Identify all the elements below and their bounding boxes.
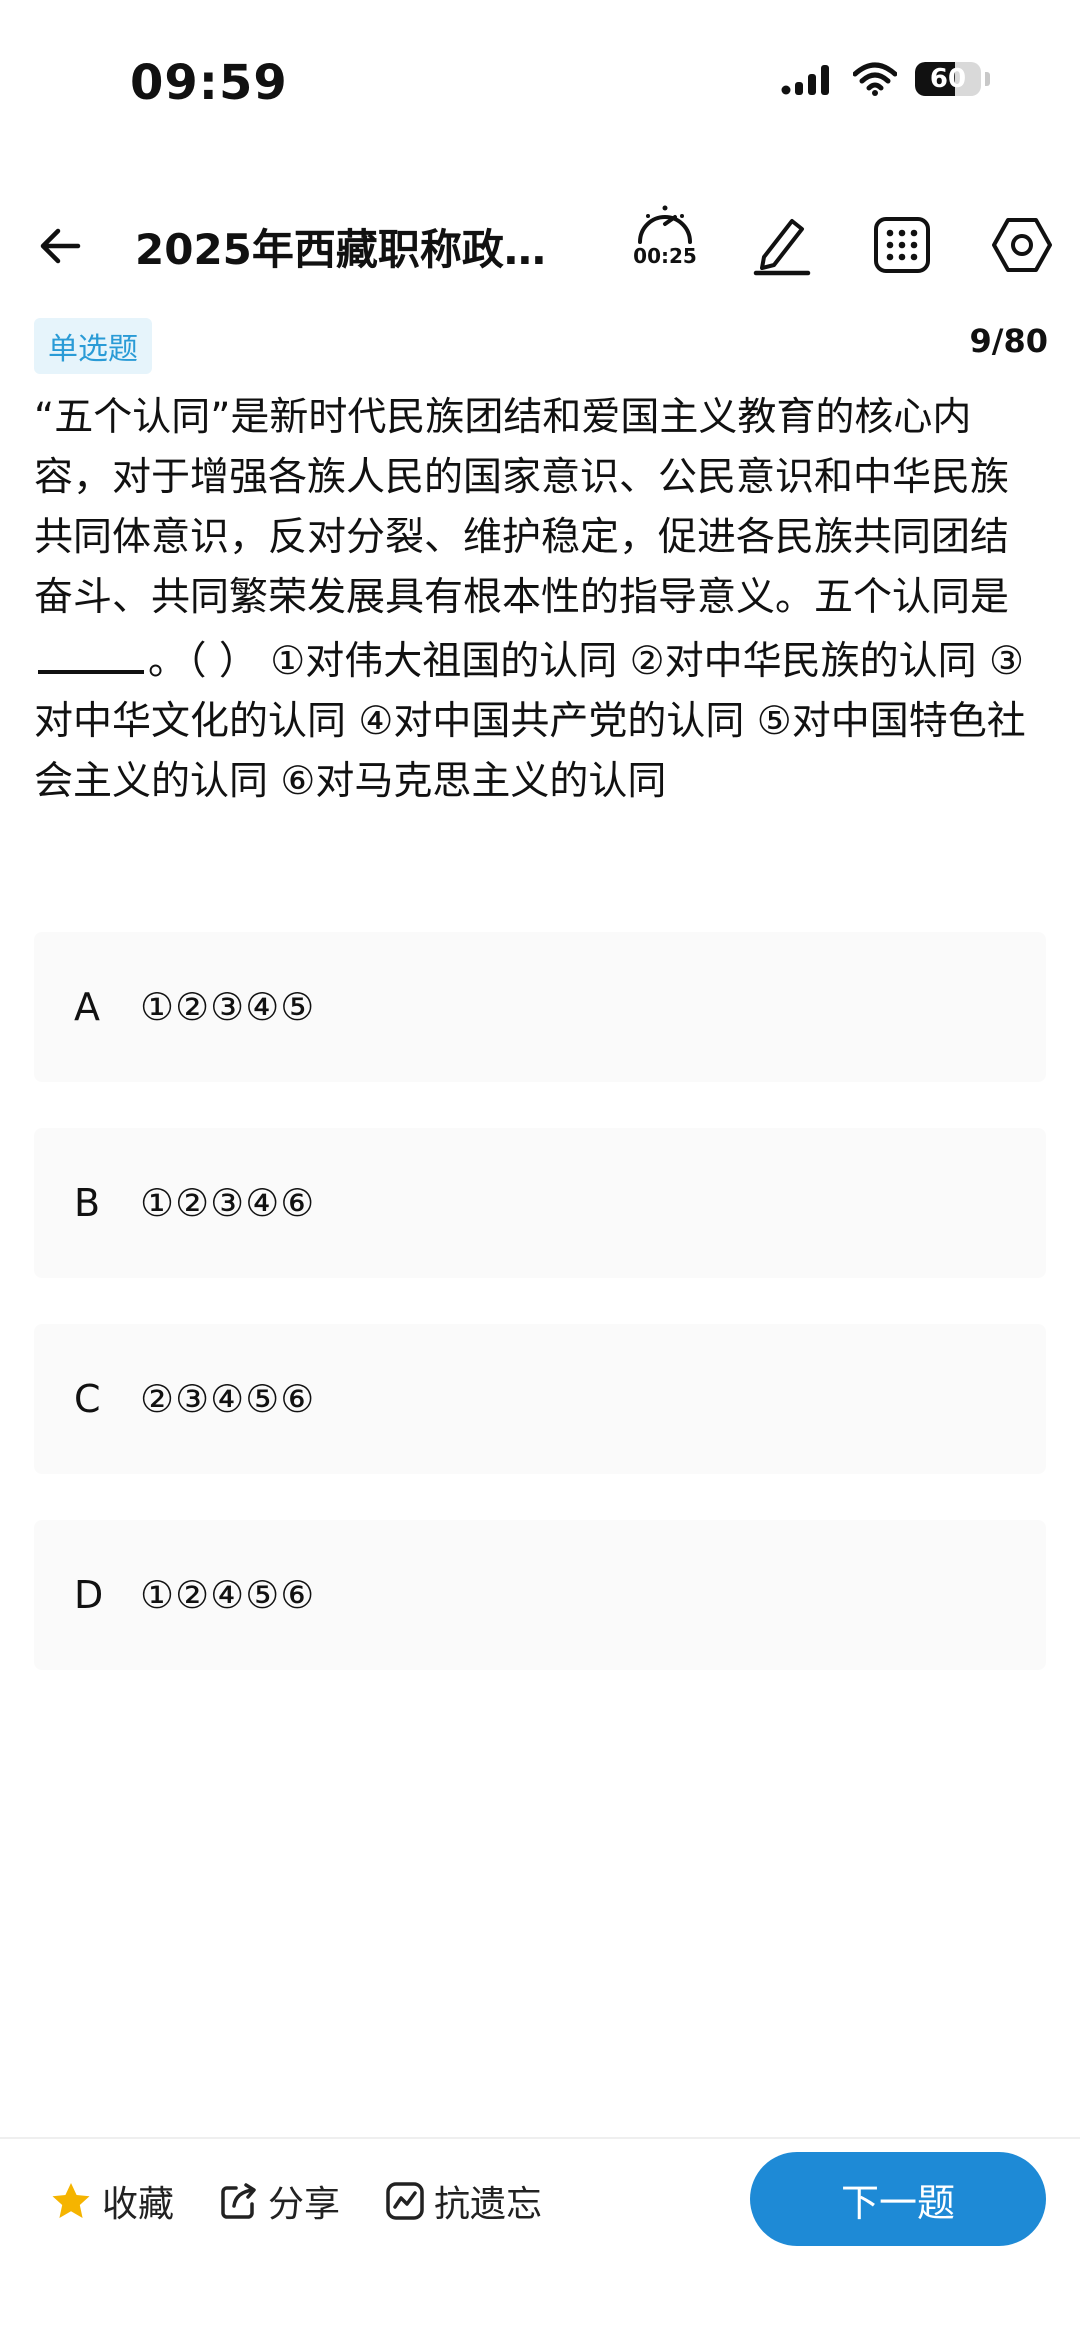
status-time: 09:59 (130, 55, 288, 111)
back-button[interactable] (30, 216, 90, 276)
option-letter: D (74, 1573, 104, 1617)
bottom-divider (0, 2137, 1080, 2139)
answer-sheet-button[interactable] (867, 210, 937, 280)
stopwatch-icon (638, 205, 692, 244)
arrow-left-icon (40, 228, 81, 264)
option-text: ①②③④⑥ (140, 1181, 316, 1225)
option-b[interactable]: B ①②③④⑥ (34, 1128, 1046, 1278)
anti-forget-label: 抗遗忘 (434, 2184, 543, 2225)
timer-text: 00:25 (633, 244, 697, 268)
chart-icon (386, 2182, 424, 2220)
share-icon (221, 2183, 256, 2219)
question-text-before-blank: “五个认同”是新时代民族团结和爱国主义教育的核心内容，对于增强各族人民的国家意识… (34, 395, 1010, 620)
question-progress: 9/80 (969, 322, 1048, 360)
share-button[interactable]: 分享 (220, 2172, 340, 2230)
page-title: 2025年西藏职称政… (135, 225, 546, 274)
question-text: “五个认同”是新时代民族团结和爱国主义教育的核心内容，对于增强各族人民的国家意识… (34, 388, 1044, 812)
wifi-icon (853, 62, 897, 96)
battery-icon: 60 (915, 62, 981, 96)
option-text: ②③④⑤⑥ (140, 1377, 316, 1421)
option-c[interactable]: C ②③④⑤⑥ (34, 1324, 1046, 1474)
option-letter: C (74, 1377, 101, 1421)
star-icon (52, 2183, 90, 2218)
option-letter: A (74, 985, 100, 1029)
question-text-after-blank: 。（ ） ①对伟大祖国的认同 ②对中华民族的认同 ③对中华文化的认同 ④对中国共… (34, 639, 1026, 804)
option-a[interactable]: A ①②③④⑤ (34, 932, 1046, 1082)
next-question-button[interactable]: 下一题 (750, 2152, 1046, 2246)
status-bar: 09:59 60 (0, 0, 1080, 175)
header: 2025年西藏职称政… 00:25 (0, 190, 1080, 300)
status-icons: 60 (781, 62, 990, 96)
battery-label: 60 (929, 64, 967, 94)
cellular-signal-icon (781, 65, 829, 95)
hexagon-settings-icon (992, 218, 1052, 272)
favorite-label: 收藏 (102, 2184, 175, 2225)
edit-button[interactable] (747, 210, 817, 280)
question-type-badge: 单选题 (34, 318, 152, 374)
timer[interactable]: 00:25 (630, 204, 700, 284)
question-blank (38, 628, 144, 674)
share-label: 分享 (268, 2184, 341, 2225)
grid-icon (874, 217, 930, 273)
battery-cap (985, 72, 990, 86)
option-letter: B (74, 1181, 101, 1225)
option-text: ①②④⑤⑥ (140, 1573, 316, 1617)
settings-button[interactable] (987, 210, 1057, 280)
pen-icon (753, 219, 811, 276)
option-text: ①②③④⑤ (140, 985, 316, 1029)
favorite-button[interactable]: 收藏 (50, 2172, 174, 2230)
anti-forget-button[interactable]: 抗遗忘 (386, 2172, 542, 2230)
option-d[interactable]: D ①②④⑤⑥ (34, 1520, 1046, 1670)
